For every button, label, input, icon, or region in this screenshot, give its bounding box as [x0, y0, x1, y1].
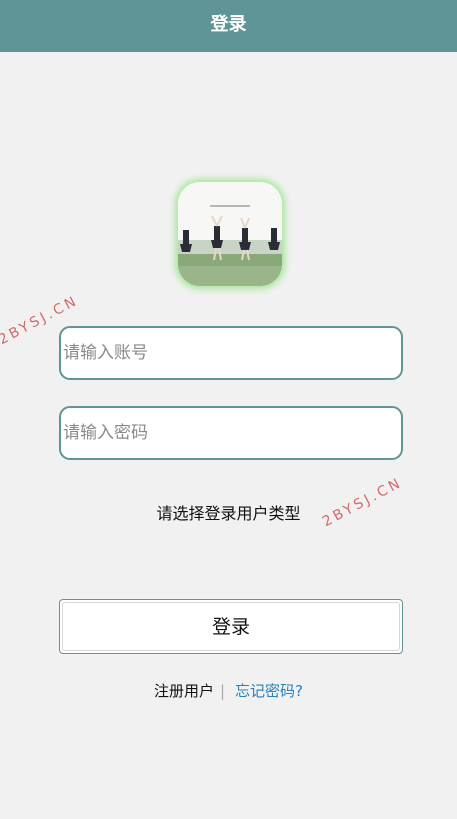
password-input[interactable] — [59, 406, 403, 460]
footer-links: 注册用户 | 忘记密码? — [0, 680, 457, 701]
forgot-password-link[interactable]: 忘记密码? — [235, 682, 303, 700]
link-separator: | — [219, 682, 226, 700]
avatar-photo-icon — [178, 182, 282, 286]
login-page: 登录 请输入账号 请选择登录用户类型 登录 注册用户 | 忘记密码? 2BYSJ… — [0, 0, 457, 819]
avatar — [178, 182, 282, 286]
page-title: 登录 — [0, 0, 457, 52]
login-button[interactable]: 登录 — [59, 599, 403, 654]
user-type-select[interactable]: 请选择登录用户类型 — [0, 500, 457, 524]
login-button-label: 登录 — [62, 602, 400, 651]
account-input[interactable] — [59, 326, 403, 380]
register-link[interactable]: 注册用户 — [154, 682, 214, 700]
